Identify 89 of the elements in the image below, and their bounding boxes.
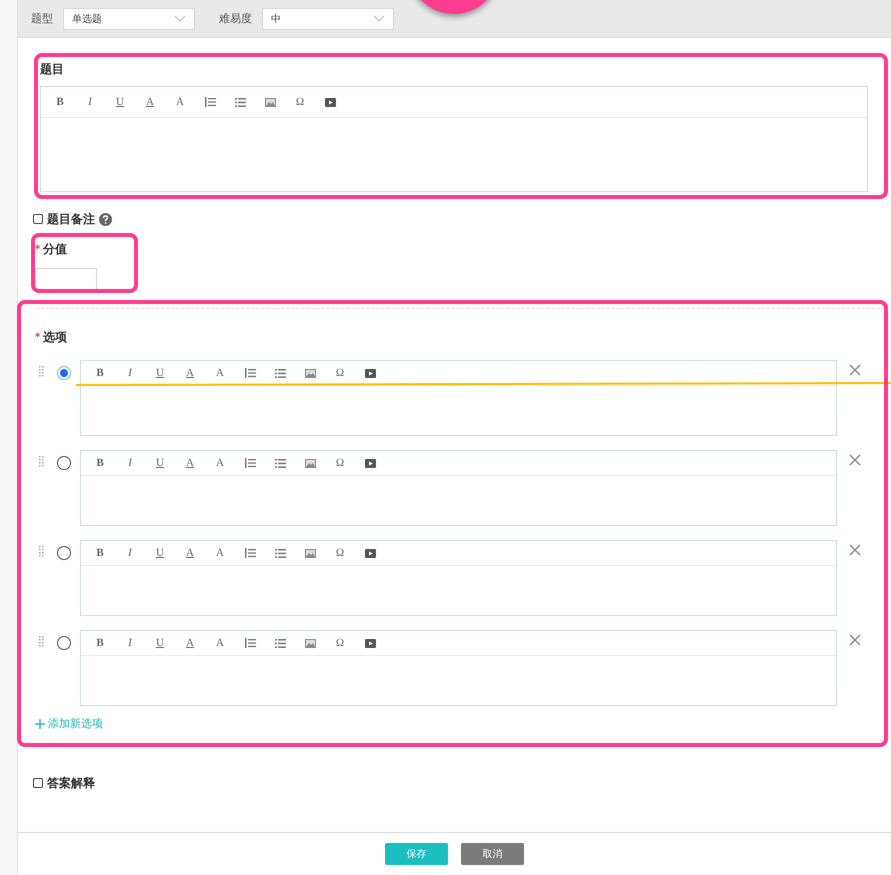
score-input[interactable] bbox=[35, 268, 97, 290]
select-field[interactable]: 单选题 bbox=[63, 8, 195, 30]
underline-button[interactable]: U bbox=[107, 92, 133, 112]
font-color-button[interactable]: A bbox=[177, 453, 203, 473]
font-color-button[interactable]: A bbox=[177, 543, 203, 563]
font-size-button[interactable]: A bbox=[167, 92, 193, 112]
rich-text-editor[interactable]: B I U A A Ω bbox=[40, 86, 868, 192]
bullet-list-icon bbox=[274, 368, 286, 378]
required-mark: * bbox=[35, 244, 40, 255]
font-color-button[interactable]: A bbox=[137, 92, 163, 112]
underline-button[interactable]: U bbox=[147, 453, 173, 473]
select-field[interactable]: 中 bbox=[262, 8, 394, 30]
close-icon bbox=[849, 454, 861, 466]
italic-button[interactable]: I bbox=[117, 453, 143, 473]
radio-button[interactable] bbox=[57, 456, 71, 470]
underline-button[interactable]: U bbox=[147, 363, 173, 383]
italic-button[interactable]: I bbox=[77, 92, 103, 112]
rich-text-editor[interactable]: B I U A A Ω bbox=[80, 360, 837, 436]
radio-button[interactable] bbox=[57, 546, 71, 560]
italic-button[interactable]: I bbox=[117, 633, 143, 653]
checkbox[interactable] bbox=[33, 214, 43, 224]
chevron-down-icon bbox=[373, 15, 385, 22]
filter-label: 题型 bbox=[31, 11, 53, 26]
drag-handle-icon[interactable] bbox=[39, 636, 44, 647]
required-mark: * bbox=[35, 332, 40, 343]
italic-button[interactable]: I bbox=[117, 543, 143, 563]
image-icon bbox=[304, 368, 316, 378]
bullet-list-icon bbox=[274, 548, 286, 558]
checkbox[interactable] bbox=[33, 778, 43, 788]
chevron-down-icon bbox=[174, 15, 186, 22]
symbol-button[interactable]: Ω bbox=[287, 92, 313, 112]
close-button[interactable] bbox=[849, 364, 861, 376]
ordered-list-icon bbox=[244, 638, 256, 648]
rich-text-editor[interactable]: B I U A A Ω bbox=[80, 450, 837, 526]
image-icon bbox=[304, 458, 316, 468]
image-icon bbox=[264, 98, 276, 106]
bullet-list-icon bbox=[234, 98, 246, 106]
underline-button[interactable]: U bbox=[147, 543, 173, 563]
close-button[interactable] bbox=[849, 454, 861, 466]
filter-label: 难易度 bbox=[219, 11, 252, 26]
close-button[interactable] bbox=[849, 634, 861, 646]
font-size-button[interactable]: A bbox=[207, 363, 233, 383]
cancel-button[interactable]: 取消 bbox=[461, 843, 524, 865]
close-icon bbox=[849, 544, 861, 556]
ordered-list-icon bbox=[244, 458, 256, 468]
radio-button[interactable] bbox=[57, 636, 71, 650]
rich-text-editor[interactable]: B I U A A Ω bbox=[80, 540, 837, 616]
checkbox-label[interactable]: 答案解释 bbox=[47, 774, 95, 792]
video-icon bbox=[324, 98, 336, 106]
symbol-button[interactable]: Ω bbox=[327, 363, 353, 383]
symbol-button[interactable]: Ω bbox=[327, 453, 353, 473]
drag-handle-icon[interactable] bbox=[39, 456, 44, 467]
video-icon bbox=[364, 458, 376, 468]
font-size-button[interactable]: A bbox=[207, 633, 233, 653]
symbol-button[interactable]: Ω bbox=[327, 543, 353, 563]
image-icon bbox=[304, 548, 316, 558]
field-label: 分值 bbox=[43, 241, 68, 258]
underline-button[interactable]: U bbox=[147, 633, 173, 653]
drag-handle-icon[interactable] bbox=[39, 366, 44, 377]
field-label: 选项 bbox=[43, 329, 68, 346]
font-size-button[interactable]: A bbox=[207, 543, 233, 563]
bold-button[interactable]: B bbox=[47, 92, 73, 112]
ordered-list-icon bbox=[244, 548, 256, 558]
bold-button[interactable]: B bbox=[87, 543, 113, 563]
field-label: 题目 bbox=[40, 61, 65, 78]
close-icon bbox=[849, 634, 861, 646]
bold-button[interactable]: B bbox=[87, 453, 113, 473]
italic-button[interactable]: I bbox=[117, 363, 143, 383]
close-icon bbox=[849, 364, 861, 376]
symbol-button[interactable]: Ω bbox=[327, 633, 353, 653]
font-size-button[interactable]: A bbox=[207, 453, 233, 473]
image-icon bbox=[304, 638, 316, 648]
rich-text-editor[interactable]: B I U A A Ω bbox=[80, 630, 837, 706]
checkbox-label[interactable]: 题目备注 bbox=[47, 210, 95, 228]
radio-button[interactable] bbox=[57, 366, 71, 380]
video-icon bbox=[364, 638, 376, 648]
bold-button[interactable]: B bbox=[87, 633, 113, 653]
ordered-list-icon bbox=[204, 97, 216, 107]
bold-button[interactable]: B bbox=[87, 363, 113, 383]
video-icon bbox=[364, 548, 376, 558]
close-button[interactable] bbox=[849, 544, 861, 556]
plus-icon bbox=[35, 718, 45, 728]
video-icon bbox=[364, 368, 376, 378]
font-color-button[interactable]: A bbox=[177, 633, 203, 653]
drag-handle-icon[interactable] bbox=[39, 546, 44, 557]
ordered-list-icon bbox=[244, 368, 256, 378]
font-color-button[interactable]: A bbox=[177, 363, 203, 383]
bullet-list-icon bbox=[274, 638, 286, 648]
bullet-list-icon bbox=[274, 458, 286, 468]
